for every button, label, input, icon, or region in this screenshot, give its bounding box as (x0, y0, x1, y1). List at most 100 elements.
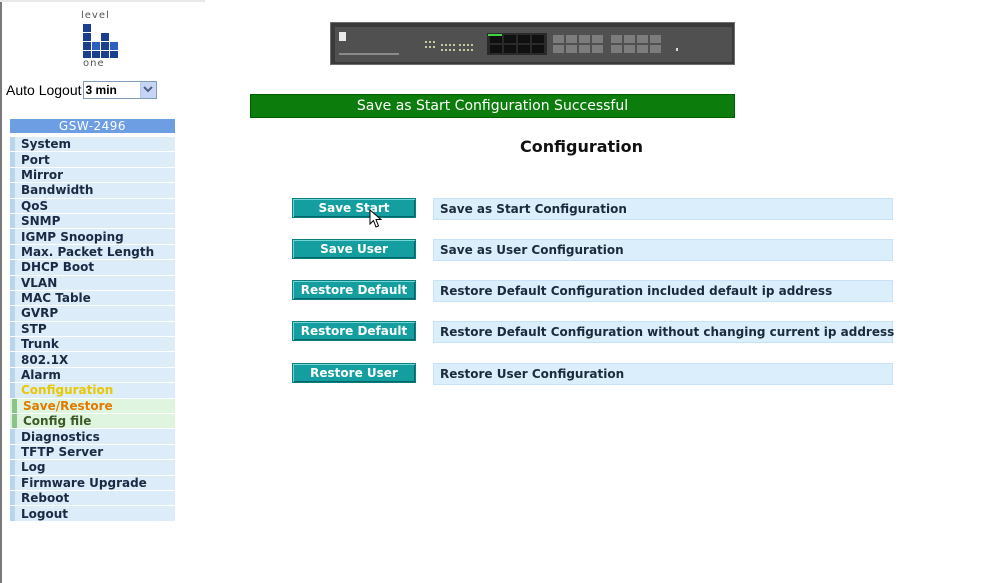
menu-bullet (10, 167, 15, 183)
sidebar-item-reboot[interactable]: Reboot (10, 489, 175, 506)
menu-bullet (10, 367, 15, 383)
left-navigation-frame: level one Auto Logout 3 min GSW-2496 Sys… (0, 0, 205, 583)
sidebar-item-dhcp-boot[interactable]: DHCP Boot (10, 259, 175, 275)
sidebar-item-stp[interactable]: STP (10, 320, 175, 337)
sidebar-item-label: Port (21, 152, 50, 167)
menu-bullet (10, 321, 15, 337)
sidebar-item-diagnostics[interactable]: Diagnostics (10, 428, 175, 444)
sidebar-item-label: Save/Restore (23, 398, 113, 413)
sidebar-item-label: Configuration (21, 383, 114, 398)
action-description: Save as Start Configuration (433, 198, 893, 220)
sidebar-item-label: IGMP Snooping (21, 229, 124, 244)
sidebar-item-bandwidth[interactable]: Bandwidth (10, 182, 175, 198)
menu-bullet (10, 275, 15, 290)
switch-device-image (330, 22, 735, 65)
sidebar-item-mirror[interactable]: Mirror (10, 166, 175, 183)
sidebar-item-label: Logout (21, 506, 69, 521)
menu-bullet (10, 490, 15, 506)
menu-bullet (10, 290, 15, 306)
switch-front-panel (335, 27, 732, 62)
auto-logout-value: 3 min (85, 83, 117, 97)
sidebar-item-802-1x[interactable]: 802.1X (10, 351, 175, 367)
sidebar-item-label: GVRP (21, 306, 59, 321)
sidebar-item-label: QoS (21, 198, 49, 213)
switch-ports-graphic (335, 27, 732, 62)
action-row-restore-user: Restore User Restore User Configuration (292, 363, 893, 385)
sidebar-item-system[interactable]: System (10, 136, 175, 152)
sidebar-item-label: STP (21, 321, 47, 336)
sidebar-item-configuration[interactable]: Configuration (10, 382, 175, 398)
sidebar-menu: GSW-2496 System Port Mirror Bandwidth Qo… (10, 119, 175, 521)
sidebar-item-label: Log (21, 460, 46, 475)
status-message: Save as Start Configuration Successful (250, 94, 735, 118)
sidebar-item-label: SNMP (21, 214, 61, 229)
sidebar-item-label: System (21, 137, 71, 152)
chevron-down-icon[interactable] (139, 82, 156, 98)
sidebar-item-label: Trunk (21, 337, 59, 352)
sidebar-item-firmware-upgrade[interactable]: Firmware Upgrade (10, 474, 175, 490)
sidebar-item-logout[interactable]: Logout (10, 505, 175, 521)
action-row-save-start: Save Start Save as Start Configuration (292, 198, 893, 220)
sidebar-subitem-config-file[interactable]: Config file (10, 413, 175, 429)
sidebar-item-igmp-snooping[interactable]: IGMP Snooping (10, 228, 175, 244)
sidebar-item-tftp-server[interactable]: TFTP Server (10, 443, 175, 460)
sidebar-item-snmp[interactable]: SNMP (10, 212, 175, 229)
logo-grid-icon (83, 24, 118, 58)
sidebar-item-label: Max. Packet Length (21, 244, 155, 259)
action-row-restore-default-ip: Restore Default Restore Default Configur… (292, 280, 893, 302)
restore-default-keep-ip-button[interactable]: Restore Default (292, 321, 416, 341)
save-user-button[interactable]: Save User (292, 239, 416, 259)
sidebar-item-log[interactable]: Log (10, 459, 175, 475)
menu-bullet (12, 398, 17, 414)
action-description: Save as User Configuration (433, 239, 893, 261)
sidebar-item-label: Mirror (21, 167, 64, 182)
restore-user-button[interactable]: Restore User (292, 363, 416, 383)
sidebar-item-max-packet-length[interactable]: Max. Packet Length (10, 243, 175, 260)
menu-items: System Port Mirror Bandwidth QoS SNMP IG… (10, 136, 175, 521)
menu-bullet (10, 444, 15, 460)
sidebar-item-label: Diagnostics (21, 429, 100, 444)
auto-logout-label: Auto Logout (6, 82, 82, 98)
sidebar-item-label: 802.1X (21, 352, 69, 367)
menu-bullet (12, 414, 17, 429)
sidebar-item-label: Firmware Upgrade (21, 475, 147, 490)
sidebar-item-label: Config file (23, 414, 92, 429)
sidebar-item-alarm[interactable]: Alarm (10, 366, 175, 383)
menu-bullet (10, 183, 15, 198)
action-description: Restore Default Configuration without ch… (433, 321, 894, 343)
sidebar-item-gvrp[interactable]: GVRP (10, 305, 175, 321)
menu-bullet (10, 352, 15, 367)
menu-bullet (10, 337, 15, 352)
frame-border-top (0, 0, 205, 2)
sidebar-item-qos[interactable]: QoS (10, 197, 175, 213)
levelone-logo-icon: level one (78, 10, 128, 72)
action-row-save-user: Save User Save as User Configuration (292, 239, 893, 261)
sidebar-item-trunk[interactable]: Trunk (10, 336, 175, 352)
action-row-restore-default-keep-ip: Restore Default Restore Default Configur… (292, 321, 894, 343)
sidebar-item-label: Bandwidth (21, 183, 94, 198)
menu-bullet (10, 383, 15, 398)
menu-bullet (10, 229, 15, 244)
sidebar-item-label: Reboot (21, 491, 70, 506)
sidebar-item-label: VLAN (21, 275, 58, 290)
frame-border (0, 0, 2, 583)
page-title: Configuration (520, 137, 644, 156)
sidebar-item-vlan[interactable]: VLAN (10, 274, 175, 290)
auto-logout-select[interactable]: 3 min (82, 81, 157, 99)
sidebar-item-label: DHCP Boot (21, 260, 95, 275)
save-start-button[interactable]: Save Start (292, 198, 416, 218)
logo-word-bottom: one (83, 58, 105, 69)
menu-bullet (10, 213, 15, 229)
action-description: Restore User Configuration (433, 363, 893, 385)
sidebar-item-port[interactable]: Port (10, 151, 175, 167)
menu-bullet (10, 506, 15, 521)
sidebar-item-mac-table[interactable]: MAC Table (10, 289, 175, 306)
logo-word-top: level (81, 10, 110, 21)
sidebar-subitem-save-restore[interactable]: Save/Restore (10, 397, 175, 414)
menu-bullet (10, 260, 15, 275)
sidebar-item-label: TFTP Server (21, 445, 104, 459)
sidebar-item-label: Alarm (21, 368, 61, 383)
restore-default-button[interactable]: Restore Default (292, 280, 416, 300)
menu-bullet (10, 244, 15, 260)
menu-bullet (10, 137, 15, 152)
